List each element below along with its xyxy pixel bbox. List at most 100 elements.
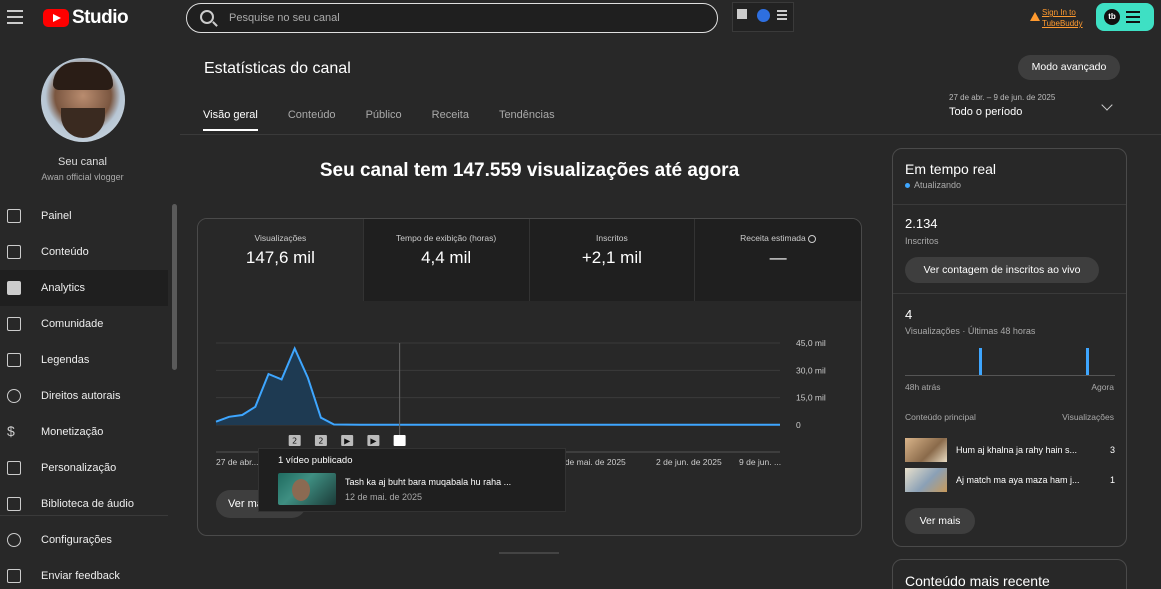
- sidebar-item-painel[interactable]: Painel: [0, 198, 168, 234]
- sidebar-item-monetizacao[interactable]: $ Monetização: [0, 414, 168, 450]
- tubebuddy-signin-link[interactable]: Sign In to TubeBuddy: [1030, 7, 1083, 29]
- sidebar-item-conteudo[interactable]: Conteúdo: [0, 234, 168, 270]
- chevron-down-icon[interactable]: [1101, 99, 1113, 111]
- sidebar-item-label: Direitos autorais: [41, 390, 121, 402]
- content-icon: [7, 245, 21, 259]
- latest-content-card: Conteúdo mais recente: [892, 559, 1127, 589]
- extension-menu-icon[interactable]: [777, 10, 787, 22]
- x-tick-label: 2 de jun. de 2025: [656, 457, 722, 467]
- analytics-extension-icon[interactable]: [737, 9, 747, 19]
- tab-publico[interactable]: Público: [366, 109, 402, 131]
- video-thumbnail[interactable]: [278, 473, 336, 505]
- metric-value: —: [769, 248, 787, 267]
- metric-label: Receita estimada: [695, 233, 861, 243]
- sidebar-scrollbar[interactable]: [172, 204, 177, 370]
- video-views: 1: [1109, 475, 1115, 485]
- search-placeholder: Pesquise no seu canal: [229, 12, 340, 24]
- analytics-tabs: Visão geral Conteúdo Público Receita Ten…: [203, 109, 585, 131]
- video-thumbnail: [905, 438, 947, 462]
- tubebuddy-menu-button[interactable]: tb: [1096, 3, 1154, 31]
- metric-label: Visualizações: [254, 233, 307, 243]
- sidebar-item-personalizacao[interactable]: Personalização: [0, 450, 168, 486]
- menu-icon[interactable]: [7, 10, 23, 24]
- sidebar-item-legendas[interactable]: Legendas: [0, 342, 168, 378]
- realtime-title: Em tempo real: [905, 161, 997, 177]
- extension-badge-icon[interactable]: [757, 9, 770, 22]
- realtime-card: Em tempo real Atualizando 2.134 Inscrito…: [892, 148, 1127, 547]
- latest-content-title: Conteúdo mais recente: [905, 573, 1050, 589]
- sidebar-item-label: Painel: [41, 210, 72, 222]
- x-tick-label: 9 de jun. ...: [739, 457, 781, 467]
- youtube-logo-icon: [43, 9, 69, 27]
- metric-watch-time[interactable]: Tempo de exibição (horas) 4,4 mil: [363, 219, 530, 301]
- realtime-views-label: Visualizações · Últimas 48 horas: [905, 326, 1036, 336]
- video-title: Hum aj khalna ja rahy hain s...: [956, 445, 1078, 455]
- chart-event-marker-label: ▶: [370, 437, 377, 446]
- realtime-views-count: 4: [905, 307, 913, 322]
- top-bar: Studio Pesquise no seu canal Sign In to …: [0, 0, 1161, 38]
- y-tick-label: 0: [796, 420, 801, 430]
- sidebar-item-label: Configurações: [41, 534, 112, 546]
- sidebar-item-direitos-autorais[interactable]: Direitos autorais: [0, 378, 168, 414]
- tab-conteudo[interactable]: Conteúdo: [288, 109, 336, 131]
- community-icon: [7, 317, 21, 331]
- chart-tooltip: 1 vídeo publicado Tash ka aj buht bara m…: [258, 448, 566, 512]
- search-input[interactable]: Pesquise no seu canal: [186, 3, 718, 33]
- sidebar-nav: Painel Conteúdo Analytics Comunidade Leg…: [0, 198, 168, 522]
- video-title: Aj match ma aya maza ham j...: [956, 475, 1080, 485]
- live-subscriber-count-button[interactable]: Ver contagem de inscritos ao vivo: [905, 257, 1099, 283]
- sidebar-item-label: Analytics: [41, 282, 86, 294]
- extension-toolbar: [732, 2, 794, 32]
- sidebar-item-enviar-feedback[interactable]: Enviar feedback: [0, 558, 168, 589]
- total-views-headline: Seu canal tem 147.559 visualizações até …: [319, 160, 740, 181]
- tubebuddy-signin-line2: TubeBuddy: [1042, 19, 1083, 28]
- sidebar-item-label: Comunidade: [41, 318, 104, 330]
- logo-text: Studio: [72, 7, 129, 28]
- sidebar-item-label: Biblioteca de áudio: [41, 498, 134, 510]
- metric-value: +2,1 mil: [581, 248, 642, 267]
- sidebar-item-comunidade[interactable]: Comunidade: [0, 306, 168, 342]
- list-item[interactable]: Aj match ma aya maza ham j... 1: [905, 468, 1115, 492]
- chart-event-marker[interactable]: [393, 435, 406, 446]
- sidebar-divider: [0, 515, 168, 516]
- realtime-mini-chart[interactable]: [905, 342, 1115, 376]
- metric-revenue[interactable]: Receita estimada —: [695, 219, 861, 301]
- period-selector[interactable]: 27 de abr. – 9 de jun. de 2025 Todo o pe…: [949, 93, 1055, 118]
- analytics-icon: [7, 281, 21, 295]
- magic-wand-icon: [7, 461, 21, 475]
- metric-value: 147,6 mil: [245, 248, 315, 267]
- studio-logo[interactable]: Studio: [43, 7, 129, 29]
- mini-chart-axis-right: Agora: [1091, 382, 1114, 392]
- channel-avatar[interactable]: [41, 58, 125, 142]
- tab-tendencias[interactable]: Tendências: [499, 109, 555, 131]
- subtitles-icon: [7, 353, 21, 367]
- sidebar-item-label: Monetização: [41, 426, 104, 438]
- metric-tabs: Visualizações 147,6 mil Tempo de exibiçã…: [198, 219, 861, 301]
- metric-value: 4,4 mil: [421, 248, 472, 267]
- mini-chart-bar: [1085, 347, 1089, 375]
- sidebar-item-label: Conteúdo: [41, 246, 89, 258]
- video-date: 12 de mai. de 2025: [345, 492, 423, 502]
- tubebuddy-hamburger-icon: [1126, 11, 1140, 26]
- sidebar-item-biblioteca-audio[interactable]: Biblioteca de áudio: [0, 486, 168, 522]
- advanced-mode-button[interactable]: Modo avançado: [1018, 55, 1120, 80]
- tab-visao-geral[interactable]: Visão geral: [203, 109, 258, 131]
- period-range: 27 de abr. – 9 de jun. de 2025: [949, 93, 1056, 102]
- copyright-icon: [7, 389, 21, 403]
- warning-icon: [1030, 12, 1040, 21]
- video-views: 3: [1109, 445, 1115, 455]
- realtime-see-more-button[interactable]: Ver mais: [905, 508, 975, 534]
- top-content-header: Conteúdo principal: [905, 412, 976, 422]
- metric-label-text: Receita estimada: [740, 233, 806, 243]
- sidebar-item-analytics[interactable]: Analytics: [0, 270, 168, 306]
- clock-icon: [808, 234, 817, 243]
- sidebar: Seu canal Awan official vlogger Painel C…: [0, 38, 180, 589]
- metric-views[interactable]: Visualizações 147,6 mil: [198, 219, 364, 301]
- metric-subscribers[interactable]: Inscritos +2,1 mil: [529, 219, 696, 301]
- tab-receita[interactable]: Receita: [432, 109, 469, 131]
- list-item[interactable]: Hum aj khalna ja rahy hain s... 3: [905, 438, 1115, 462]
- sidebar-item-configuracoes[interactable]: Configurações: [0, 522, 168, 558]
- video-title[interactable]: Tash ka aj buht bara muqabala hu raha ..…: [345, 477, 511, 487]
- sidebar-item-label: Enviar feedback: [41, 570, 120, 582]
- dashboard-icon: [7, 209, 21, 223]
